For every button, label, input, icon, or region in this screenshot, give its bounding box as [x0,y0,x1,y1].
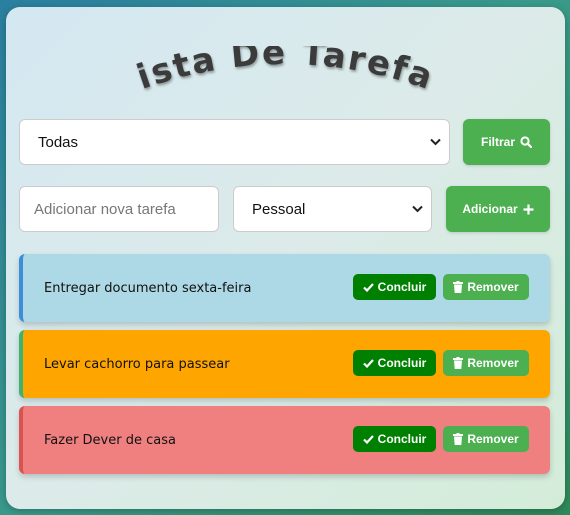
remove-button-label: Remover [467,432,519,446]
page-title-text: Lista De Tarefas [0,46,437,98]
complete-button-label: Concluir [377,280,427,294]
trash-icon [453,281,464,293]
filter-select[interactable]: Todas [19,119,450,165]
new-task-placeholder: Adicionar nova tarefa [34,200,176,218]
trash-icon [453,357,464,369]
task-item: Fazer Dever de casa Concluir Remover [19,406,550,474]
check-icon [362,434,374,444]
task-text: Levar cachorro para passear [44,356,230,372]
complete-button[interactable]: Concluir [353,426,436,452]
chevron-down-icon [430,138,441,146]
plus-icon [523,204,534,215]
complete-button[interactable]: Concluir [353,274,436,300]
trash-icon [453,433,464,445]
task-text: Entregar documento sexta-feira [44,280,252,296]
complete-button[interactable]: Concluir [353,350,436,376]
chevron-down-icon [412,205,423,213]
add-task-button-label: Adicionar [462,202,518,216]
complete-button-label: Concluir [377,356,427,370]
svg-text:Lista De Tarefas: Lista De Tarefas [0,46,439,98]
remove-button[interactable]: Remover [443,274,529,300]
add-task-button[interactable]: Adicionar [446,186,550,232]
check-icon [362,282,374,292]
complete-button-label: Concluir [377,432,427,446]
remove-button-label: Remover [467,356,519,370]
task-text: Fazer Dever de casa [44,432,176,448]
page-title: Lista De Tarefas [0,46,570,106]
filter-select-value: Todas [38,133,79,151]
remove-button[interactable]: Remover [443,426,529,452]
category-select-value: Pessoal [252,200,306,218]
task-item: Entregar documento sexta-feira Concluir … [19,254,550,322]
filter-button-label: Filtrar [480,135,515,149]
task-item: Levar cachorro para passear Concluir Rem… [19,330,550,398]
remove-button-label: Remover [467,280,519,294]
filter-button[interactable]: Filtrar [463,119,550,165]
remove-button[interactable]: Remover [443,350,529,376]
search-icon [520,136,532,148]
new-task-input[interactable]: Adicionar nova tarefa [19,186,219,232]
category-select[interactable]: Pessoal [233,186,432,232]
check-icon [362,358,374,368]
